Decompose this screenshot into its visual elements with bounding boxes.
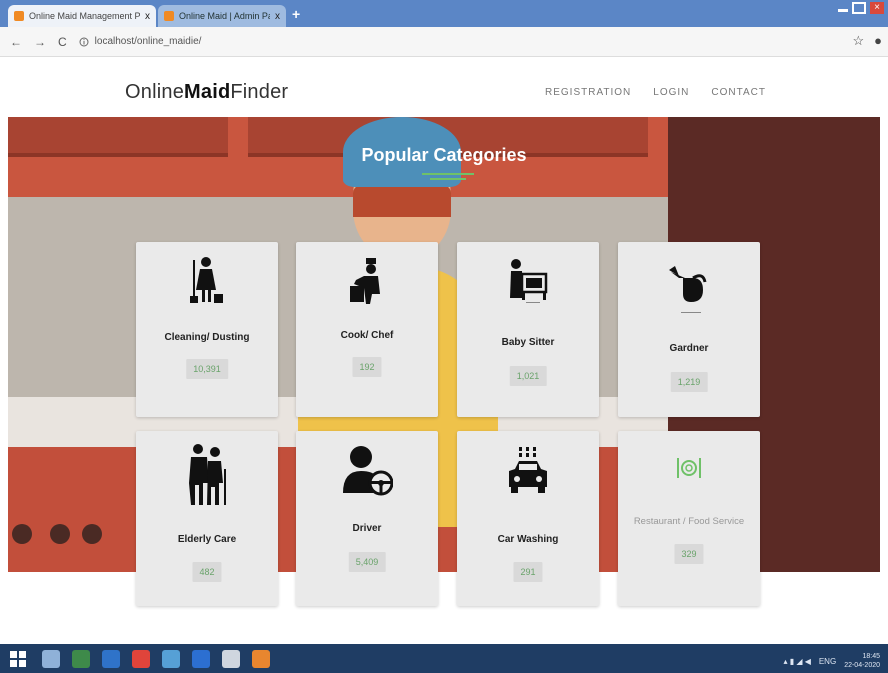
tab-title: Online Maid Management Proje [29,11,140,21]
tray-icons[interactable]: ▴ ▮ ◢ ◀ [783,657,810,666]
reload-button[interactable]: C [58,35,67,49]
category-card-driver[interactable]: Driver 5,409 [296,431,438,606]
tab-online-maid-management[interactable]: Online Maid Management Proje x [8,5,156,27]
watering-can-icon [618,264,760,319]
clock[interactable]: 18:45 22-04-2020 [844,652,880,670]
main-menu: REGISTRATION LOGIN CONTACT [545,87,766,98]
category-card-gardner[interactable]: Gardner 1,219 [618,242,760,417]
driver-icon [296,445,438,502]
tab-close-icon[interactable]: x [275,11,280,22]
url-field[interactable]: localhost/online_maidie/ [79,36,202,47]
new-tab-button[interactable]: + [292,6,300,22]
tab-close-icon[interactable]: x [145,11,150,22]
menu-registration[interactable]: REGISTRATION [545,87,631,98]
car-wash-icon [457,447,599,502]
minimize-icon[interactable] [838,4,848,12]
close-window-icon[interactable]: × [870,2,884,14]
clock-time: 18:45 [862,653,880,660]
bookmark-star-icon[interactable]: ☆ [852,33,864,49]
category-card-baby-sitter[interactable]: Baby Sitter 1,021 [457,242,599,417]
category-count: 192 [352,357,382,377]
category-name: Gardner [669,343,709,354]
forward-button[interactable]: → [34,35,46,49]
site-header: OnlineMaidFinder REGISTRATION LOGIN CONT… [0,57,888,117]
stove-knob-icon [12,524,32,544]
explorer-icon[interactable] [42,649,60,668]
tab-title: Online Maid | Admin Panel [179,11,270,21]
os-taskbar: ▴ ▮ ◢ ◀ ENG 18:45 22-04-2020 [0,644,888,673]
category-name: Car Washing [497,534,559,545]
category-count: 1,021 [509,366,547,386]
category-card-cleaning[interactable]: Cleaning/ Dusting 10,391 [136,242,278,417]
favicon-icon [14,11,24,21]
category-count: 291 [513,562,543,582]
category-count: 329 [674,544,704,564]
category-name: Cleaning/ Dusting [164,332,250,343]
category-name: Baby Sitter [501,337,555,348]
category-count: 1,219 [670,372,708,392]
address-bar-actions: ☆ ● [852,33,882,49]
clock-date: 22-04-2020 [844,662,880,669]
site-logo[interactable]: OnlineMaidFinder [125,81,288,104]
category-name: Driver [352,523,382,534]
restaurant-icon [618,457,760,484]
category-count: 482 [192,562,222,582]
cook-icon [296,258,438,309]
windows-start-icon[interactable] [6,647,30,671]
app-icon[interactable] [162,649,180,668]
baby-sitter-icon [457,258,599,309]
category-card-restaurant[interactable]: Restaurant / Food Service 329 [618,431,760,606]
xampp-icon[interactable] [252,649,270,668]
stove-knob-icon [50,524,70,544]
url-text: localhost/online_maidie/ [94,36,202,47]
favicon-icon [164,11,174,21]
title-underline [422,173,474,183]
category-count: 10,391 [186,359,228,379]
chrome-icon[interactable] [132,649,150,668]
category-card-cook[interactable]: Cook/ Chef 192 [296,242,438,417]
elderly-care-icon [136,443,278,510]
profile-icon[interactable]: ● [874,33,882,49]
category-card-elderly-care[interactable]: Elderly Care 482 [136,431,278,606]
category-name: Restaurant / Food Service [633,516,745,527]
language-indicator[interactable]: ENG [819,657,836,666]
app-icon[interactable] [192,649,210,668]
category-count: 5,409 [348,552,386,572]
app-icon[interactable] [222,649,240,668]
stove-knob-icon [82,524,102,544]
app-icon[interactable] [72,649,90,668]
browser-tab-bar: Online Maid Management Proje x Online Ma… [0,0,888,27]
category-name: Cook/ Chef [340,330,394,341]
app-icon[interactable] [102,649,120,668]
category-name: Elderly Care [177,534,237,545]
maximize-icon[interactable] [852,2,866,14]
menu-login[interactable]: LOGIN [653,87,689,98]
info-icon [79,37,89,46]
logo-bold: Maid [184,81,231,103]
section-title: Popular Categories [361,145,527,165]
window-controls: × [838,2,884,14]
menu-contact[interactable]: CONTACT [711,87,766,98]
back-button[interactable]: ← [10,35,22,49]
category-card-car-washing[interactable]: Car Washing 291 [457,431,599,606]
cleaning-icon [136,256,278,309]
system-tray: ▴ ▮ ◢ ◀ ENG 18:45 22-04-2020 [783,652,880,670]
logo-prefix: Online [125,81,185,103]
address-bar: ← → C localhost/online_maidie/ ☆ ● [0,27,888,57]
tab-admin-panel[interactable]: Online Maid | Admin Panel x [158,5,286,27]
logo-suffix: Finder [230,81,289,103]
